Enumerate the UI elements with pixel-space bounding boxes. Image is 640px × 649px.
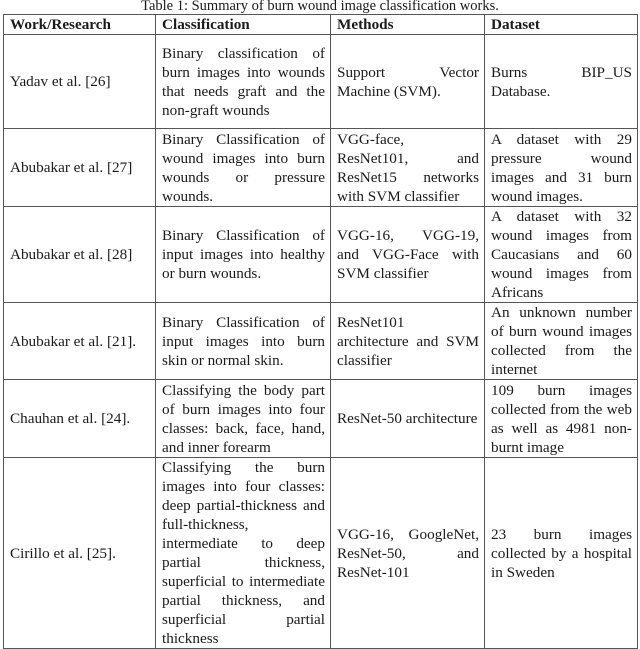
cell-work: Abubakar et al. [28]: [3, 206, 156, 303]
header-work-research: Work/Research: [3, 14, 156, 35]
header-dataset: Dataset: [484, 14, 638, 35]
cell-methods: ResNet101 architecture and SVM classifie…: [330, 302, 485, 380]
cell-classification: Binary classification of burn images int…: [155, 34, 331, 129]
cell-work: Abubakar et al. [27]: [3, 128, 156, 207]
cell-dataset: 109 burn images collected from the web a…: [484, 379, 638, 458]
table-row: Abubakar et al. [21]. Binary Classificat…: [3, 302, 638, 380]
table-row: Abubakar et al. [27] Binary Classificati…: [3, 128, 638, 207]
cell-methods: VGG-16, VGG-19, and VGG-Face with SVM cl…: [330, 206, 485, 303]
cell-methods: ResNet-50 architecture: [330, 379, 485, 458]
cell-dataset: A dataset with 29 pressure wound images …: [484, 128, 638, 207]
cell-classification: Classifying the body part of burn images…: [155, 379, 331, 458]
cell-methods: Support Vector Machine (SVM).: [330, 34, 485, 129]
cell-classification: Binary Classification of input images in…: [155, 302, 331, 380]
cell-classification: Binary Classification of input images in…: [155, 206, 331, 303]
table-caption: Table 1: Summary of burn wound image cla…: [141, 0, 499, 14]
cell-work: Cirillo et al. [25].: [3, 457, 156, 649]
cell-dataset: Burns BIP_US Database.: [484, 34, 638, 129]
table-row: Cirillo et al. [25]. Classifying the bur…: [3, 457, 638, 649]
table-header-row: Work/Research Classification Methods Dat…: [3, 14, 638, 35]
table-row: Yadav et al. [26] Binary classification …: [3, 34, 638, 129]
cell-dataset: 23 burn images collected by a hospital i…: [484, 457, 638, 649]
cell-dataset: An unknown number of burn wound images c…: [484, 302, 638, 380]
cell-dataset: A dataset with 32 wound images from Cauc…: [484, 206, 638, 303]
table-row: Abubakar et al. [28] Binary Classificati…: [3, 206, 638, 303]
cell-methods: VGG-face, ResNet101, and ResNet15 networ…: [330, 128, 485, 207]
header-methods: Methods: [330, 14, 485, 35]
table-row: Chauhan et al. [24]. Classifying the bod…: [3, 379, 638, 458]
cell-classification: Classifying the burn images into four cl…: [155, 457, 331, 649]
cell-classification: Binary Classification of wound images in…: [155, 128, 331, 207]
cell-work: Chauhan et al. [24].: [3, 379, 156, 458]
header-classification: Classification: [155, 14, 331, 35]
cell-methods: VGG-16, GoogleNet, ResNet-50, and ResNet…: [330, 457, 485, 649]
cell-work: Abubakar et al. [21].: [3, 302, 156, 380]
cell-work: Yadav et al. [26]: [3, 34, 156, 129]
classification-works-table: Work/Research Classification Methods Dat…: [3, 14, 638, 649]
